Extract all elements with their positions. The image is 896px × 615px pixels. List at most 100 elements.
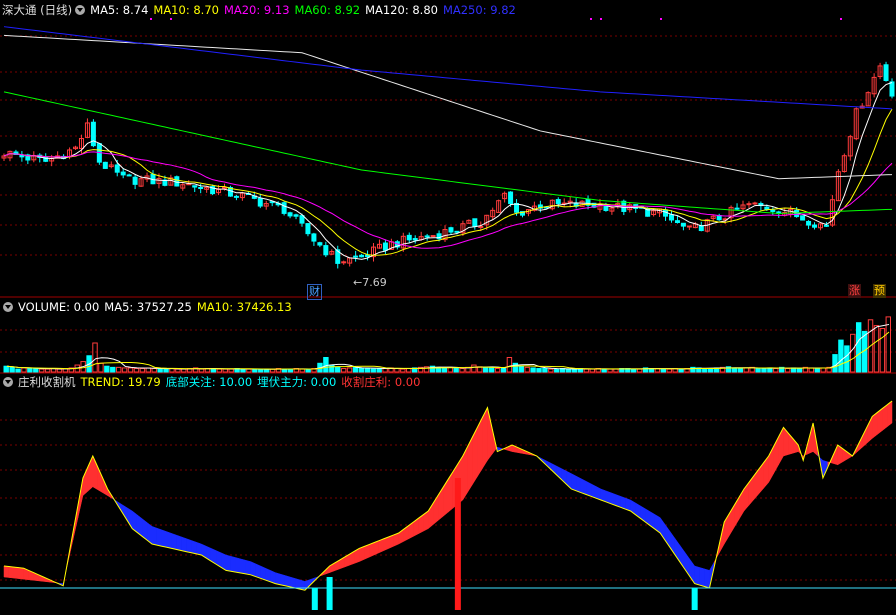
- volume-bar: [364, 368, 371, 373]
- trend-band: [358, 546, 365, 562]
- volume-bar: [855, 322, 862, 373]
- ma10-label: MA10: 8.70: [153, 3, 219, 17]
- volume-bar: [346, 367, 353, 373]
- dropdown-icon[interactable]: [3, 377, 13, 387]
- trend-band: [743, 481, 750, 512]
- indicator-title[interactable]: 庄利收割机: [18, 375, 76, 389]
- volume-bar: [796, 368, 803, 373]
- trend-band: [580, 478, 587, 495]
- volume-bar: [506, 357, 513, 373]
- finance-marker[interactable]: 财: [307, 284, 322, 300]
- candle-body: [382, 242, 388, 251]
- trend-band: [304, 579, 311, 591]
- dropdown-icon[interactable]: [3, 302, 13, 312]
- volume-bar: [56, 368, 63, 373]
- volume-bar: [660, 368, 667, 373]
- candle-body: [257, 197, 263, 207]
- trend-band: [704, 568, 710, 589]
- volume-bar: [198, 368, 205, 373]
- low-price-value: 7.69: [362, 276, 387, 289]
- volume-bar: [731, 367, 738, 373]
- ma250-label: MA250: 9.82: [442, 3, 516, 17]
- ma120-label: MA120: 8.80: [365, 3, 438, 17]
- signal-dot: [660, 18, 662, 20]
- volume-bar: [678, 368, 684, 373]
- trend-band: [284, 575, 291, 588]
- volume-bar: [340, 368, 347, 373]
- volume-bar: [240, 368, 246, 373]
- candle-body: [406, 234, 412, 241]
- signal-dot: [600, 18, 602, 20]
- volume-bar: [707, 368, 714, 373]
- volume-bar: [832, 354, 838, 373]
- candle-body: [323, 245, 329, 256]
- volume-bar: [873, 325, 880, 373]
- candle-body: [412, 238, 418, 241]
- candle-body: [698, 225, 704, 232]
- volume-bar: [743, 367, 749, 373]
- volume-bar: [163, 368, 169, 373]
- volume-bar: [607, 368, 613, 373]
- candle-body: [812, 224, 818, 228]
- volume-bar: [814, 368, 820, 373]
- volume-bar: [459, 368, 465, 373]
- signal-dot: [840, 18, 842, 20]
- trend-band: [13, 566, 20, 579]
- volume-bar: [222, 368, 228, 373]
- candle-body: [359, 254, 365, 258]
- ma250-line: [3, 26, 893, 110]
- volume-bar: [352, 366, 359, 373]
- rise-marker[interactable]: 涨: [848, 284, 861, 298]
- dropdown-icon[interactable]: [75, 5, 86, 15]
- candle-body: [132, 176, 138, 185]
- trend-band: [694, 565, 700, 586]
- volume-bar: [500, 368, 507, 373]
- trend-band: [265, 567, 271, 583]
- trend-band: [161, 529, 168, 548]
- volume-bar: [252, 368, 258, 373]
- signal-dot: [150, 18, 152, 20]
- candle-body: [424, 235, 430, 238]
- trend-band: [260, 565, 266, 581]
- ma60-label: MA60: 8.92: [294, 3, 361, 17]
- volume-bar: [879, 328, 886, 373]
- harvest-signal-bar: [454, 478, 461, 610]
- candle-body: [192, 185, 198, 188]
- volume-bar: [702, 368, 708, 373]
- indicator-header: 庄利收割机 TREND: 19.79 底部关注: 10.00 埋伏主力: 0.00 收割…: [2, 374, 425, 390]
- candle-body: [680, 222, 686, 227]
- volume-bar: [98, 362, 104, 373]
- candle-body: [806, 220, 812, 226]
- candle-body: [764, 206, 770, 210]
- volume-bar: [565, 368, 572, 373]
- stock-title[interactable]: 深大通 (日线): [2, 3, 72, 17]
- forecast-marker[interactable]: 预: [873, 284, 886, 298]
- bottom-signal-bar: [311, 588, 318, 610]
- volume-bar: [601, 368, 607, 373]
- trend-band: [171, 533, 177, 550]
- volume-bar: [530, 367, 536, 373]
- volume-bar: [441, 367, 447, 373]
- volume-bar: [92, 342, 98, 373]
- candle-body: [341, 261, 347, 264]
- volume-bar: [133, 368, 140, 373]
- ma20-label: MA20: 9.13: [223, 3, 290, 17]
- trend-band: [156, 527, 163, 547]
- ma20-line: [3, 151, 893, 249]
- volume-bar: [246, 368, 252, 373]
- candle-body: [353, 255, 359, 258]
- volume-bar: [382, 368, 388, 373]
- candle-body: [668, 214, 674, 221]
- volume-bar: [494, 368, 501, 373]
- trend-band: [97, 466, 103, 494]
- trend-band: [122, 504, 128, 522]
- bottom-signal-bar: [326, 577, 333, 610]
- candle-body: [734, 207, 740, 210]
- volume-bar: [488, 367, 495, 373]
- candle-body: [555, 199, 561, 205]
- trend-band: [289, 576, 296, 589]
- trend-band: [442, 478, 449, 517]
- vol-ma5-label: MA5: 37527.25: [104, 300, 192, 314]
- trend-band: [862, 426, 868, 448]
- trend-band: [793, 438, 799, 454]
